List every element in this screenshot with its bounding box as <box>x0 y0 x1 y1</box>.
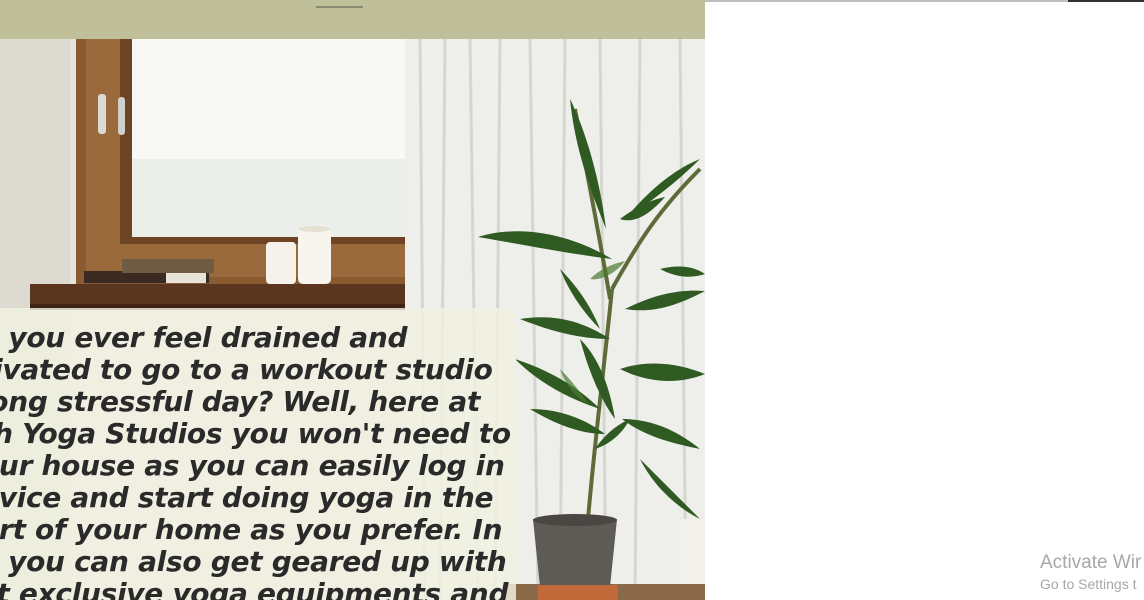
intro-line: th Yoga Studios you won't need to <box>0 417 511 450</box>
watermark-subtitle: Go to Settings t <box>1040 576 1137 592</box>
intro-paragraph: o you ever feel drained and tivated to g… <box>0 321 511 600</box>
browser-top-edge-dark <box>1068 0 1144 2</box>
navbar <box>0 0 705 39</box>
intro-line: e you can also get geared up with <box>0 545 507 578</box>
activate-windows-watermark: Activate Wir Go to Settings t <box>1040 552 1141 594</box>
watermark-title: Activate Wir <box>1040 552 1142 573</box>
intro-line: tivated to go to a workout studio <box>0 353 493 386</box>
nav-active-underline[interactable] <box>316 6 363 8</box>
intro-line: o you ever feel drained and <box>0 321 408 354</box>
intro-line: our house as you can easily log in <box>0 449 505 482</box>
intro-line: ort of your home as you prefer. In <box>0 513 503 546</box>
intro-line: long stressful day? Well, here at <box>0 385 481 418</box>
intro-line: evice and start doing yoga in the <box>0 481 494 514</box>
intro-line: st exclusive yoga equipments and <box>0 577 509 600</box>
website-viewport: o you ever feel drained and tivated to g… <box>0 0 705 600</box>
